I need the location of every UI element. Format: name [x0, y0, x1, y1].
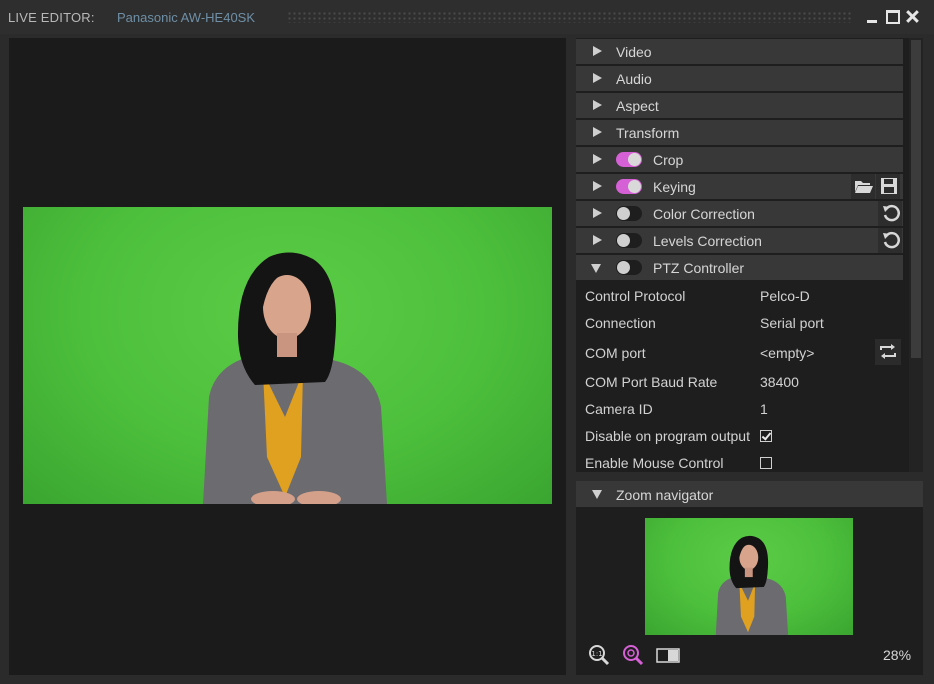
keying-open-button[interactable]	[851, 174, 875, 199]
levels-correction-toggle[interactable]	[616, 233, 642, 248]
preview-frame[interactable]	[23, 207, 552, 504]
section-label: Color Correction	[653, 206, 755, 222]
scrollbar-thumb[interactable]	[911, 40, 921, 358]
section-label: Crop	[653, 152, 684, 168]
camera-id-input[interactable]: 1	[760, 401, 768, 417]
app-label: LIVE EDITOR:	[8, 10, 95, 25]
section-label: Transform	[616, 125, 680, 141]
prop-control-protocol: Control Protocol Pelco-D	[576, 282, 903, 309]
reset-icon	[883, 204, 900, 222]
title-drag-handle[interactable]	[287, 11, 853, 23]
expand-arrow-icon	[593, 100, 602, 110]
prop-disable-on-program: Disable on program output	[576, 422, 903, 449]
section-crop[interactable]: Crop	[576, 147, 903, 172]
refresh-icon	[880, 344, 896, 359]
presenter-image	[203, 252, 387, 504]
expand-arrow-icon	[593, 46, 602, 56]
prop-name: Enable Mouse Control	[585, 455, 724, 471]
collapse-arrow-icon	[592, 490, 602, 499]
expand-arrow-icon	[593, 208, 602, 218]
zoom-1to1-icon: 1:1	[589, 645, 610, 666]
expand-arrow-icon	[593, 154, 602, 164]
properties-panel: Video Audio Aspect Transform Crop Keying	[576, 38, 923, 472]
keying-save-button[interactable]	[876, 174, 900, 199]
section-keying[interactable]: Keying	[576, 174, 903, 199]
expand-arrow-icon	[593, 235, 602, 245]
zoom-navigator-label: Zoom navigator	[616, 487, 714, 503]
prop-name: Camera ID	[585, 401, 653, 417]
zoom-navigator-panel: Zoom navigator 1:1 28%	[576, 481, 923, 675]
zoom-magnify-icon	[623, 645, 644, 666]
minimize-button[interactable]	[865, 9, 881, 25]
com-port-dropdown[interactable]: <empty>	[760, 345, 814, 361]
expand-arrow-icon	[593, 181, 602, 191]
prop-baud-rate: COM Port Baud Rate 38400	[576, 368, 903, 395]
zoom-percent: 28%	[883, 647, 912, 663]
split-view-button[interactable]	[656, 644, 680, 666]
zoom-1to1-button[interactable]: 1:1	[588, 644, 610, 666]
prop-name: COM port	[585, 345, 646, 361]
zoom-navigator-header[interactable]: Zoom navigator	[576, 481, 923, 507]
presenter-thumbnail-image	[715, 535, 789, 635]
levels-correction-reset-button[interactable]	[878, 228, 902, 253]
section-label: Audio	[616, 71, 652, 87]
save-icon	[881, 178, 897, 194]
source-name: Panasonic AW-HE40SK	[117, 10, 256, 25]
section-color-correction[interactable]: Color Correction	[576, 201, 903, 226]
baud-rate-dropdown[interactable]: 38400	[760, 374, 799, 390]
disable-on-program-checkbox[interactable]	[760, 430, 772, 442]
expand-arrow-icon	[593, 127, 602, 137]
zoom-navigator-thumbnail[interactable]	[645, 518, 853, 635]
section-label: Keying	[653, 179, 696, 195]
keying-toggle[interactable]	[616, 179, 642, 194]
color-correction-toggle[interactable]	[616, 206, 642, 221]
prop-camera-id: Camera ID 1	[576, 395, 903, 422]
close-button[interactable]	[905, 9, 921, 25]
prop-name: Disable on program output	[585, 428, 750, 444]
bottom-border	[0, 676, 934, 684]
title-bar: LIVE EDITOR: Panasonic AW-HE40SK	[0, 0, 934, 34]
section-ptz-controller[interactable]: PTZ Controller	[576, 255, 903, 280]
video-preview[interactable]	[9, 38, 566, 675]
connection-dropdown[interactable]: Serial port	[760, 315, 824, 331]
section-label: Aspect	[616, 98, 659, 114]
prop-name: Control Protocol	[585, 288, 686, 304]
section-video[interactable]: Video	[576, 39, 903, 64]
collapse-arrow-icon	[591, 264, 601, 273]
expand-arrow-icon	[593, 73, 602, 83]
prop-connection: Connection Serial port	[576, 309, 903, 336]
maximize-button[interactable]	[885, 9, 901, 25]
section-label: Video	[616, 44, 652, 60]
section-aspect[interactable]: Aspect	[576, 93, 903, 118]
ptz-toggle[interactable]	[616, 260, 642, 275]
zoom-magnify-button[interactable]	[622, 644, 644, 666]
section-label: Levels Correction	[653, 233, 762, 249]
properties-scrollbar[interactable]	[909, 38, 923, 472]
enable-mouse-checkbox[interactable]	[760, 457, 772, 469]
reset-icon	[883, 231, 900, 249]
folder-open-icon	[855, 181, 873, 193]
section-label: PTZ Controller	[653, 260, 745, 276]
split-view-icon	[656, 648, 680, 663]
prop-com-port: COM port <empty>	[576, 338, 903, 368]
section-levels-correction[interactable]: Levels Correction	[576, 228, 903, 253]
control-protocol-dropdown[interactable]: Pelco-D	[760, 288, 810, 304]
prop-name: COM Port Baud Rate	[585, 374, 718, 390]
color-correction-reset-button[interactable]	[878, 201, 902, 226]
crop-toggle[interactable]	[616, 152, 642, 167]
svg-text:1:1: 1:1	[591, 650, 602, 658]
com-port-refresh-button[interactable]	[875, 339, 901, 365]
prop-name: Connection	[585, 315, 656, 331]
prop-enable-mouse: Enable Mouse Control	[576, 449, 903, 472]
section-transform[interactable]: Transform	[576, 120, 903, 145]
section-audio[interactable]: Audio	[576, 66, 903, 91]
